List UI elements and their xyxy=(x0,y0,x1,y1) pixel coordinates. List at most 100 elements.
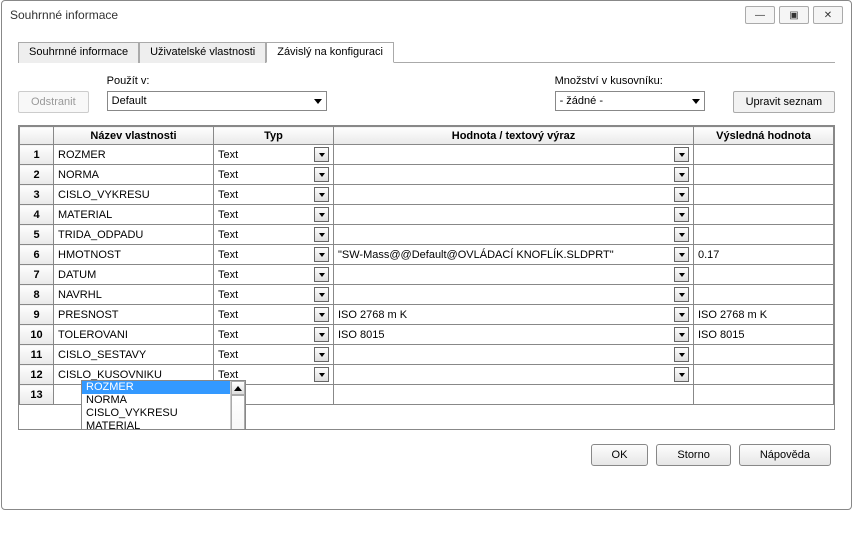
property-value-cell[interactable] xyxy=(334,145,694,165)
property-name-cell[interactable]: TOLEROVANI xyxy=(54,325,214,345)
property-value-dropdown-button[interactable] xyxy=(674,327,689,342)
property-value-cell[interactable]: ISO 8015 xyxy=(334,325,694,345)
tab-configuration-specific[interactable]: Závislý na konfiguraci xyxy=(266,42,394,63)
property-name-cell[interactable]: CISLO_SESTAVY xyxy=(54,345,214,365)
row-number[interactable]: 4 xyxy=(20,205,54,225)
property-type-cell[interactable]: Text xyxy=(214,165,334,185)
property-value-dropdown-button[interactable] xyxy=(674,207,689,222)
row-number[interactable]: 10 xyxy=(20,325,54,345)
scroll-up-button[interactable] xyxy=(231,381,245,395)
property-result-cell: 0.17 xyxy=(694,245,834,265)
property-name-cell[interactable]: NORMA xyxy=(54,165,214,185)
property-value-dropdown-button[interactable] xyxy=(674,367,689,382)
dropdown-item[interactable]: CISLO_VYKRESU xyxy=(82,407,230,420)
property-name-cell[interactable]: NAVRHL xyxy=(54,285,214,305)
maximize-icon: ▣ xyxy=(789,10,798,21)
property-type-cell[interactable]: Text xyxy=(214,285,334,305)
property-value-cell[interactable] xyxy=(334,205,694,225)
property-type-dropdown-button[interactable] xyxy=(314,187,329,202)
tab-custom-properties[interactable]: Uživatelské vlastnosti xyxy=(139,42,266,63)
property-value-cell[interactable]: ISO 2768 m K xyxy=(334,305,694,325)
property-value-cell[interactable]: "SW-Mass@@Default@OVLÁDACÍ KNOFLÍK.SLDPR… xyxy=(334,245,694,265)
property-name-cell[interactable]: ROZMER xyxy=(54,145,214,165)
property-type-dropdown-button[interactable] xyxy=(314,147,329,162)
property-value-dropdown-button[interactable] xyxy=(674,227,689,242)
property-name-cell[interactable]: MATERIAL xyxy=(54,205,214,225)
property-type-dropdown-button[interactable] xyxy=(314,287,329,302)
property-type-dropdown-button[interactable] xyxy=(314,227,329,242)
row-number[interactable]: 6 xyxy=(20,245,54,265)
property-value-cell[interactable] xyxy=(334,165,694,185)
property-type-cell[interactable]: Text xyxy=(214,145,334,165)
property-type-dropdown-button[interactable] xyxy=(314,247,329,262)
row-number[interactable]: 9 xyxy=(20,305,54,325)
property-type-dropdown-button[interactable] xyxy=(314,167,329,182)
minimize-button[interactable]: — xyxy=(745,6,775,24)
property-type-cell[interactable]: Text xyxy=(214,225,334,245)
row-number[interactable]: 7 xyxy=(20,265,54,285)
cancel-button[interactable]: Storno xyxy=(656,444,730,466)
dropdown-item[interactable]: ROZMER xyxy=(82,381,230,394)
dropdown-item[interactable]: MATERIAL xyxy=(82,420,230,430)
property-value-dropdown-button[interactable] xyxy=(674,287,689,302)
property-name-cell[interactable]: PRESNOST xyxy=(54,305,214,325)
property-value-dropdown-button[interactable] xyxy=(674,347,689,362)
property-type-cell[interactable]: Text xyxy=(214,305,334,325)
maximize-button[interactable]: ▣ xyxy=(779,6,809,24)
property-value-dropdown-button[interactable] xyxy=(674,247,689,262)
property-value-dropdown-button[interactable] xyxy=(674,147,689,162)
property-result-cell xyxy=(694,285,834,305)
bom-qty-dropdown[interactable]: - žádné - xyxy=(555,91,705,111)
scroll-thumb[interactable] xyxy=(231,395,245,430)
property-result-cell xyxy=(694,165,834,185)
property-value-cell[interactable] xyxy=(334,225,694,245)
property-type-dropdown-button[interactable] xyxy=(314,327,329,342)
close-button[interactable]: ✕ xyxy=(813,6,843,24)
row-number[interactable]: 5 xyxy=(20,225,54,245)
property-type-dropdown-button[interactable] xyxy=(314,207,329,222)
property-type-cell[interactable]: Text xyxy=(214,265,334,285)
tab-summary[interactable]: Souhrnné informace xyxy=(18,42,139,63)
row-number[interactable]: 11 xyxy=(20,345,54,365)
row-number[interactable]: 13 xyxy=(20,385,54,405)
row-number[interactable]: 3 xyxy=(20,185,54,205)
property-type-value: Text xyxy=(218,189,238,201)
property-type-cell[interactable]: Text xyxy=(214,325,334,345)
dropdown-item[interactable]: NORMA xyxy=(82,394,230,407)
chevron-down-icon xyxy=(679,193,685,197)
row-number[interactable]: 12 xyxy=(20,365,54,385)
property-type-cell[interactable]: Text xyxy=(214,205,334,225)
delete-button[interactable]: Odstranit xyxy=(18,91,89,113)
dropdown-scrollbar[interactable] xyxy=(230,381,245,430)
use-in-value: Default xyxy=(112,95,147,107)
property-value-cell[interactable] xyxy=(334,385,694,405)
table-header-row: Název vlastnosti Typ Hodnota / textový v… xyxy=(20,127,834,145)
property-value-dropdown-button[interactable] xyxy=(674,307,689,322)
property-value-cell[interactable] xyxy=(334,265,694,285)
property-name-cell[interactable]: CISLO_VYKRESU xyxy=(54,185,214,205)
property-type-dropdown-button[interactable] xyxy=(314,267,329,282)
row-number[interactable]: 2 xyxy=(20,165,54,185)
property-type-cell[interactable]: Text xyxy=(214,345,334,365)
property-value-dropdown-button[interactable] xyxy=(674,167,689,182)
help-button[interactable]: Nápověda xyxy=(739,444,831,466)
property-value-cell[interactable] xyxy=(334,345,694,365)
use-in-dropdown[interactable]: Default xyxy=(107,91,327,111)
property-type-cell[interactable]: Text xyxy=(214,185,334,205)
edit-list-button[interactable]: Upravit seznam xyxy=(733,91,835,113)
property-name-cell[interactable]: DATUM xyxy=(54,265,214,285)
property-value-dropdown-button[interactable] xyxy=(674,187,689,202)
property-type-dropdown-button[interactable] xyxy=(314,307,329,322)
property-type-cell[interactable]: Text xyxy=(214,245,334,265)
property-name-cell[interactable]: HMOTNOST xyxy=(54,245,214,265)
property-type-dropdown-button[interactable] xyxy=(314,347,329,362)
property-value-cell[interactable] xyxy=(334,285,694,305)
ok-button[interactable]: OK xyxy=(591,444,649,466)
property-value-dropdown-button[interactable] xyxy=(674,267,689,282)
property-value-cell[interactable] xyxy=(334,185,694,205)
property-value-cell[interactable] xyxy=(334,365,694,385)
property-type-dropdown-button[interactable] xyxy=(314,367,329,382)
property-name-cell[interactable]: TRIDA_ODPADU xyxy=(54,225,214,245)
row-number[interactable]: 1 xyxy=(20,145,54,165)
row-number[interactable]: 8 xyxy=(20,285,54,305)
